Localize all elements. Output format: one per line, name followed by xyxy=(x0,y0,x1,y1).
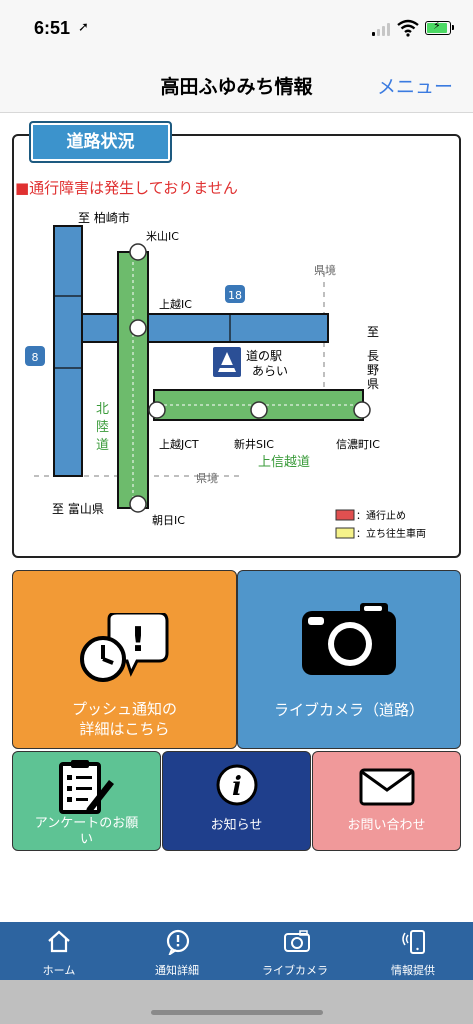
yoneyama-ic-label: 米山IC xyxy=(146,230,179,243)
camera-tile-label: ライブカメラ（道路） xyxy=(273,701,424,719)
shinanomachi-ic-label: 信濃町IC xyxy=(336,437,380,451)
contact-tile-label: お問い合わせ xyxy=(347,818,426,833)
live-camera-road-button[interactable]: ライブカメラ（道路） xyxy=(237,570,461,749)
route-8-road xyxy=(53,225,83,477)
tab-notification-detail-label: 通知詳細 xyxy=(155,964,199,977)
contact-button[interactable]: お問い合わせ xyxy=(312,751,461,851)
location-arrow-icon: ➚ xyxy=(78,20,89,35)
road-status-tab: 道路状況 xyxy=(29,121,172,163)
prefecture-border-label: 県境 xyxy=(196,471,218,485)
push-tile-label: 詳細はこちら xyxy=(79,720,170,738)
tab-home[interactable]: ホーム xyxy=(0,922,118,980)
road-status-message: ■通行障害は発生しておりません xyxy=(15,179,238,197)
prefecture-border-label: 県境 xyxy=(314,263,336,277)
michi-no-eki-label: 道の駅 xyxy=(246,349,282,363)
camera-icon xyxy=(284,930,310,952)
tab-info-provide-label: 情報提供 xyxy=(391,964,435,977)
arai-sic-label: 新井SIC xyxy=(234,437,274,451)
tab-notification-detail[interactable]: 通知詳細 xyxy=(118,922,236,980)
survey-tile-label: アンケートのお願 xyxy=(34,816,139,831)
mail-icon xyxy=(359,768,415,806)
arai-sic-marker[interactable] xyxy=(250,401,268,419)
route-8-label: 8 xyxy=(32,351,39,364)
to-kashiwazaki-label: 至 柏崎市 xyxy=(78,210,130,225)
status-bar: 6:51 ➚ ⚡ xyxy=(0,0,473,54)
tab-home-label: ホーム xyxy=(42,964,76,977)
joetsu-jct-marker[interactable] xyxy=(148,401,166,419)
clock-notification-icon: ! xyxy=(80,613,169,682)
road-map[interactable]: 18 8 道の駅 あらい 至 柏崎市 米山IC 上越IC 上越JCT 新井SIC… xyxy=(14,200,454,552)
legend-closed-label: ：通行止め xyxy=(356,509,406,522)
cellular-signal-icon xyxy=(372,22,392,36)
hokuriku-expressway xyxy=(117,251,149,509)
tab-live-camera[interactable]: ライブカメラ xyxy=(236,922,354,980)
wifi-icon xyxy=(397,19,419,37)
michi-no-eki-label: あらい xyxy=(252,364,288,378)
route-18-shield-icon: 18 xyxy=(225,285,245,303)
hokuriku-expressway-label: 道 xyxy=(96,438,109,453)
survey-tile-label: い xyxy=(79,832,93,847)
tab-bar: ホーム 通知詳細 ライブカメラ 情報提供 xyxy=(0,922,473,980)
svg-text:i: i xyxy=(232,772,242,802)
info-icon: i xyxy=(216,764,258,806)
route-8-shield-icon: 8 xyxy=(25,346,45,366)
route-18-label: 18 xyxy=(228,289,242,302)
legend-closed-swatch xyxy=(335,509,355,521)
asahi-ic-marker[interactable] xyxy=(129,495,147,513)
legend-stuck-swatch xyxy=(335,527,355,539)
hokuriku-expressway-label: 北 xyxy=(96,402,109,417)
legend-stuck-label: ：立ち往生車両 xyxy=(356,527,426,540)
home-indicator[interactable] xyxy=(151,1010,323,1015)
smartphone-icon xyxy=(402,930,425,954)
to-nagano-label: 長 xyxy=(367,349,379,363)
shinanomachi-ic-marker[interactable] xyxy=(353,401,371,419)
nav-bar: 高田ふゆみち情報 メニュー xyxy=(0,54,473,113)
survey-button[interactable]: アンケートのお願 い xyxy=(12,751,161,851)
camera-icon xyxy=(302,603,396,675)
alert-bubble-icon xyxy=(166,929,190,955)
asahi-ic-label: 朝日IC xyxy=(152,514,185,527)
joetsu-jct-label: 上越JCT xyxy=(159,437,199,451)
to-nagano-label: 至 xyxy=(367,325,379,339)
push-tile-label: プッシュ通知の xyxy=(71,700,177,718)
clipboard-checklist-icon xyxy=(59,760,114,814)
to-toyama-label: 至 富山県 xyxy=(52,501,104,516)
push-notification-detail-button[interactable]: ! プッシュ通知の 詳細はこちら xyxy=(12,570,237,749)
joshinetsu-expressway-label: 上信越道 xyxy=(258,455,310,470)
status-time: 6:51 xyxy=(34,18,71,38)
notice-tile-label: お知らせ xyxy=(210,818,263,833)
notice-button[interactable]: i お知らせ xyxy=(162,751,311,851)
hokuriku-expressway-label: 陸 xyxy=(96,419,109,435)
home-icon xyxy=(48,930,70,953)
svg-text:!: ! xyxy=(130,620,146,660)
joetsu-ic-marker[interactable] xyxy=(129,319,147,337)
home-indicator-area xyxy=(0,980,473,1024)
tab-live-camera-label: ライブカメラ xyxy=(262,964,328,977)
menu-button[interactable]: メニュー xyxy=(377,72,453,99)
battery-icon: ⚡ xyxy=(425,19,454,35)
to-nagano-label: 県 xyxy=(367,377,379,391)
tab-info-provide[interactable]: 情報提供 xyxy=(354,922,472,980)
joetsu-ic-label: 上越IC xyxy=(159,297,192,311)
yoneyama-ic-marker[interactable] xyxy=(129,243,147,261)
to-nagano-label: 野 xyxy=(367,363,379,377)
michi-no-eki-icon xyxy=(213,347,241,377)
